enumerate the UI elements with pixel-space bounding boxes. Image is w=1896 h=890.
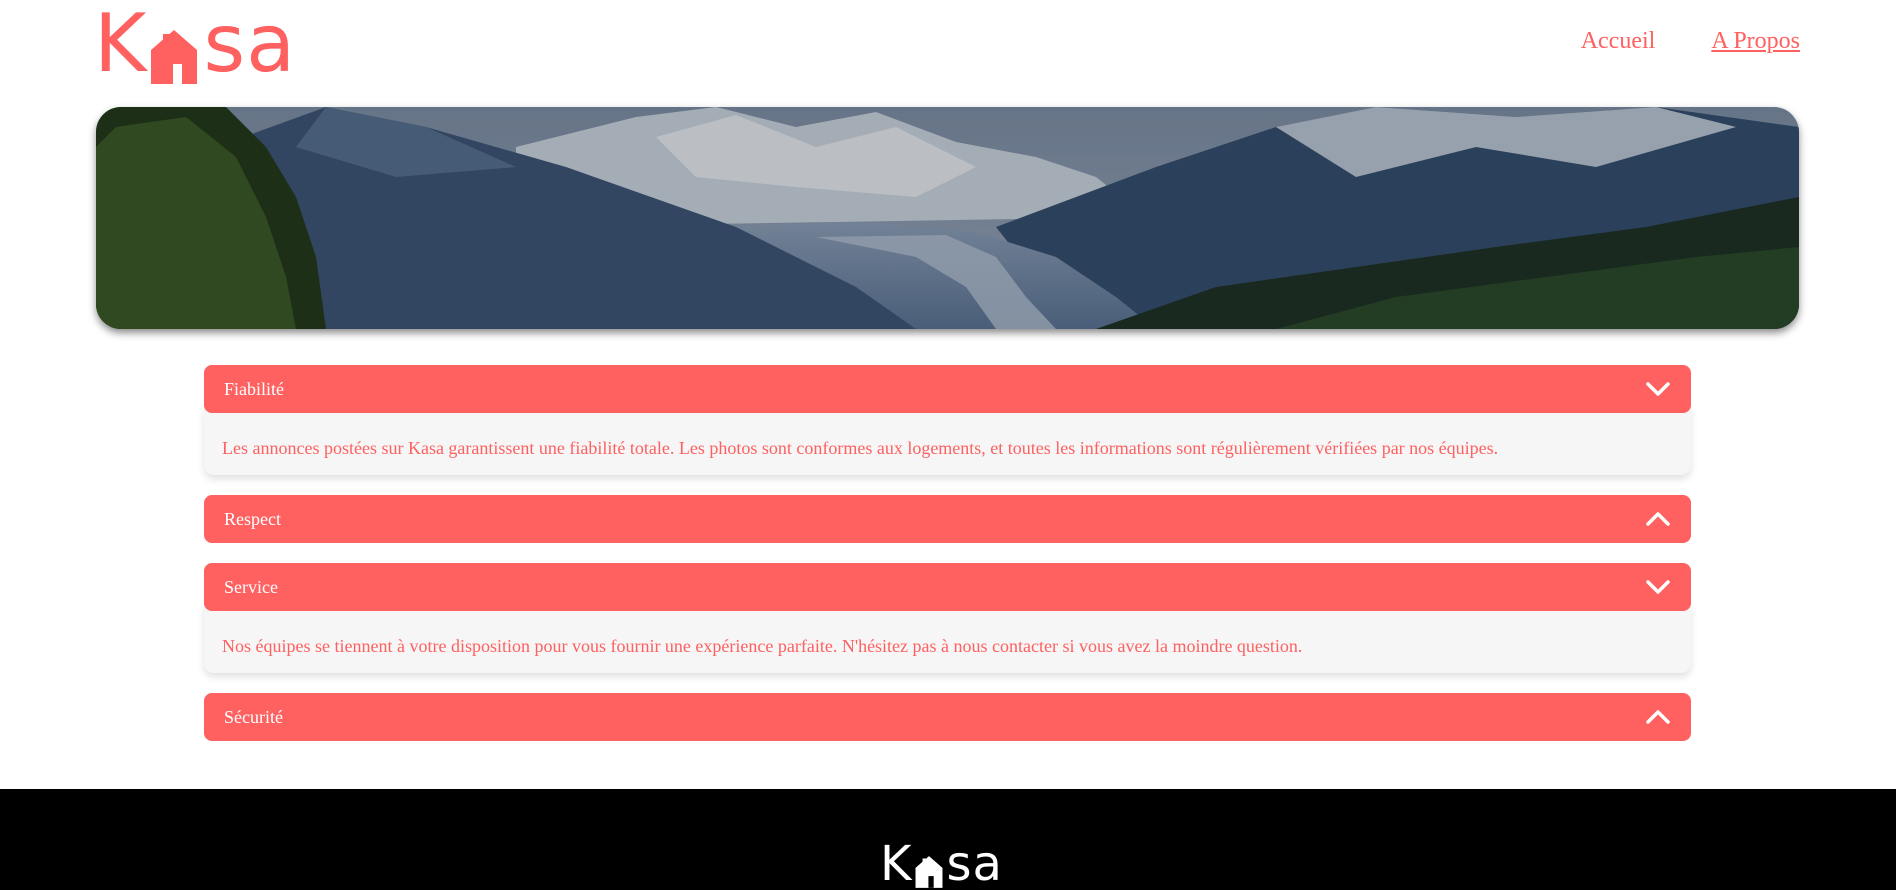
logo-letter-k: K [880, 836, 913, 890]
collapse-title: Sécurité [224, 706, 283, 727]
collapse-title: Fiabilité [224, 378, 284, 399]
collapse-header-securite[interactable]: Sécurité [204, 693, 1691, 741]
logo-letters-sa: sa [203, 0, 297, 90]
collapse-header-respect[interactable]: Respect [204, 495, 1691, 543]
about-collapses: Fiabilité Les annonces postées sur Kasa … [204, 365, 1691, 761]
main-nav: Accueil A Propos [1581, 28, 1800, 55]
collapse-content-fiabilite: Les annonces postées sur Kasa garantisse… [204, 407, 1691, 475]
chevron-up-icon[interactable] [1645, 510, 1671, 528]
collapse-content-service: Nos équipes se tiennent à votre disposit… [204, 605, 1691, 673]
header: K sa Accueil A Propos [0, 0, 1896, 100]
collapse-text: Les annonces postées sur Kasa garantisse… [222, 438, 1499, 458]
chevron-down-icon[interactable] [1645, 578, 1671, 596]
collapse-header-fiabilite[interactable]: Fiabilité [204, 365, 1691, 413]
collapse-title: Service [224, 576, 278, 597]
collapse-service: Service Nos équipes se tiennent à votre … [204, 563, 1691, 673]
collapse-respect: Respect [204, 495, 1691, 543]
logo-letters-sa: sa [946, 836, 1003, 890]
collapse-text: Nos équipes se tiennent à votre disposit… [222, 636, 1303, 656]
chevron-down-icon[interactable] [1645, 380, 1671, 398]
kasa-logo[interactable]: K sa [94, 0, 297, 90]
footer-logo: K sa [880, 836, 1003, 890]
collapse-securite: Sécurité [204, 693, 1691, 741]
nav-link-a-propos[interactable]: A Propos [1711, 28, 1800, 55]
house-icon [914, 849, 944, 888]
nav-link-accueil[interactable]: Accueil [1581, 28, 1656, 55]
logo-letter-k: K [94, 0, 148, 90]
collapse-title: Respect [224, 508, 281, 529]
house-icon [149, 19, 199, 84]
collapse-fiabilite: Fiabilité Les annonces postées sur Kasa … [204, 365, 1691, 475]
about-banner-image [96, 107, 1799, 329]
chevron-up-icon[interactable] [1645, 708, 1671, 726]
collapse-header-service[interactable]: Service [204, 563, 1691, 611]
